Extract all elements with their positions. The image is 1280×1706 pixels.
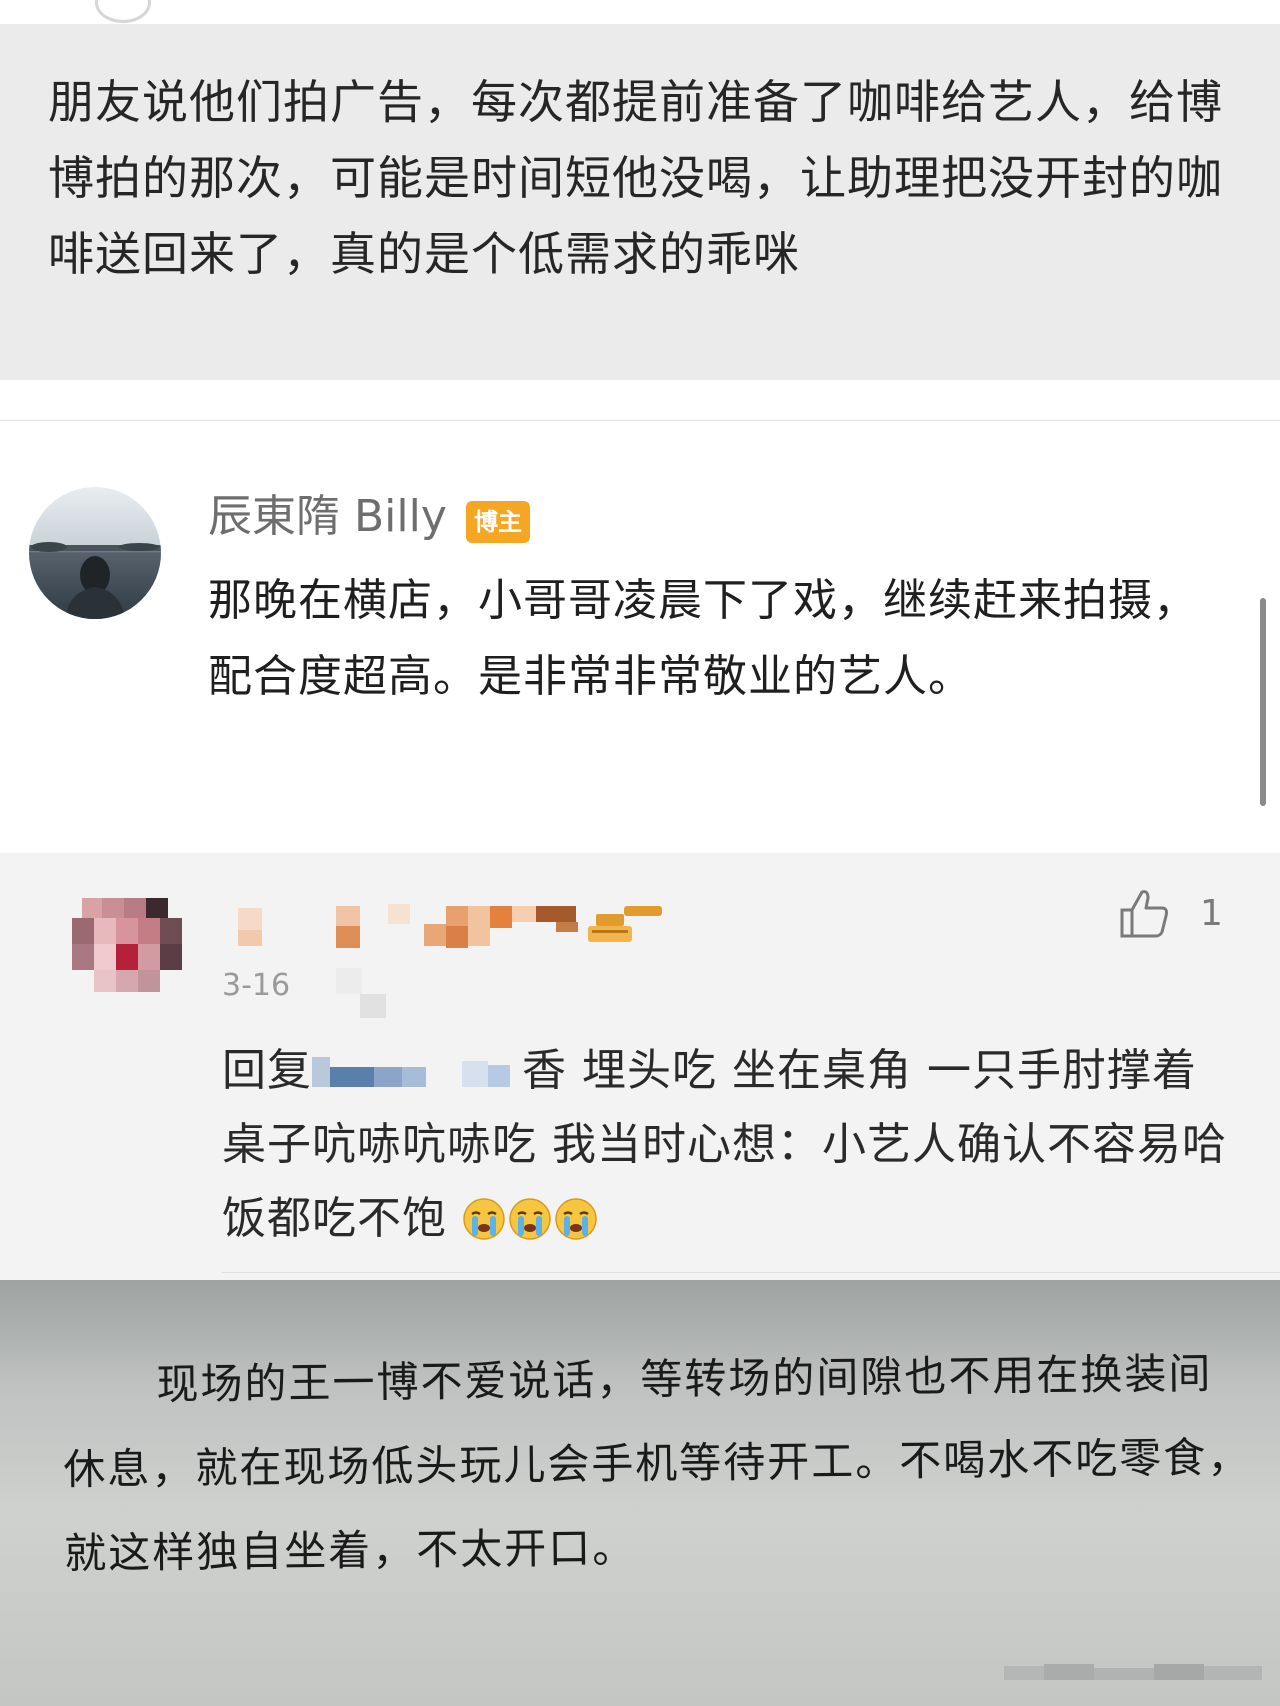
book-paragraph: 现场的王一博不爱说话，等转场的间隙也不用在换装间休息，就在现场低头玩儿会手机等待… xyxy=(63,1348,1252,1578)
top-strip xyxy=(0,0,1280,24)
crying-emoji-icon xyxy=(508,1190,552,1240)
avatar-image xyxy=(29,487,161,619)
blurred-watermark xyxy=(1004,1660,1264,1684)
reply-prefix: 回复 xyxy=(222,1045,312,1096)
comment-text: 那晚在横店，小哥哥凌晨下了戏，继续赶来拍摄，配合度超高。是非常非常敬业的艺人。 xyxy=(208,575,1198,702)
pixelated-username xyxy=(238,904,662,948)
like-count: 1 xyxy=(1200,893,1223,934)
pixelated-watermark xyxy=(1004,1664,1262,1680)
blurred-mention[interactable] xyxy=(312,1040,522,1087)
book-text: 现场的王一博不爱说话，等转场的间隙也不用在换装间休息，就在现场低头玩儿会手机等待… xyxy=(62,1332,1255,1596)
comment-username[interactable]: 辰東隋 Billy xyxy=(208,487,447,547)
reply-text: 回复香 埋头吃 坐在桌角 一只手肘撑着桌子吭哧吭哧吃 我当时心想：小艺人确认不容… xyxy=(222,1034,1232,1256)
reply-date: 3-16 xyxy=(222,968,291,1003)
scrollbar[interactable] xyxy=(1260,598,1266,806)
quoted-post-text: 朋友说他们拍广告，每次都提前准备了咖啡给艺人，给博博拍的那次，可能是时间短他没喝… xyxy=(48,75,1223,281)
thumbs-up-icon[interactable] xyxy=(1116,886,1172,942)
avatar[interactable] xyxy=(29,487,161,619)
thumbs-up-glyph xyxy=(1120,890,1168,938)
blurred-avatar[interactable] xyxy=(72,898,194,998)
blurred-username[interactable] xyxy=(238,900,678,950)
divider xyxy=(222,1272,1280,1273)
blurred-region xyxy=(336,968,386,1020)
crying-emoji-icon xyxy=(462,1190,506,1240)
pixelated-avatar-image xyxy=(72,898,182,992)
pixelated-mention xyxy=(312,1057,510,1087)
avatar-edge xyxy=(95,0,151,23)
pixel-blur xyxy=(336,968,386,1018)
crying-emoji-icon xyxy=(554,1190,598,1240)
blogger-badge: 博主 xyxy=(466,501,530,543)
paragraph-indent xyxy=(63,1399,157,1400)
